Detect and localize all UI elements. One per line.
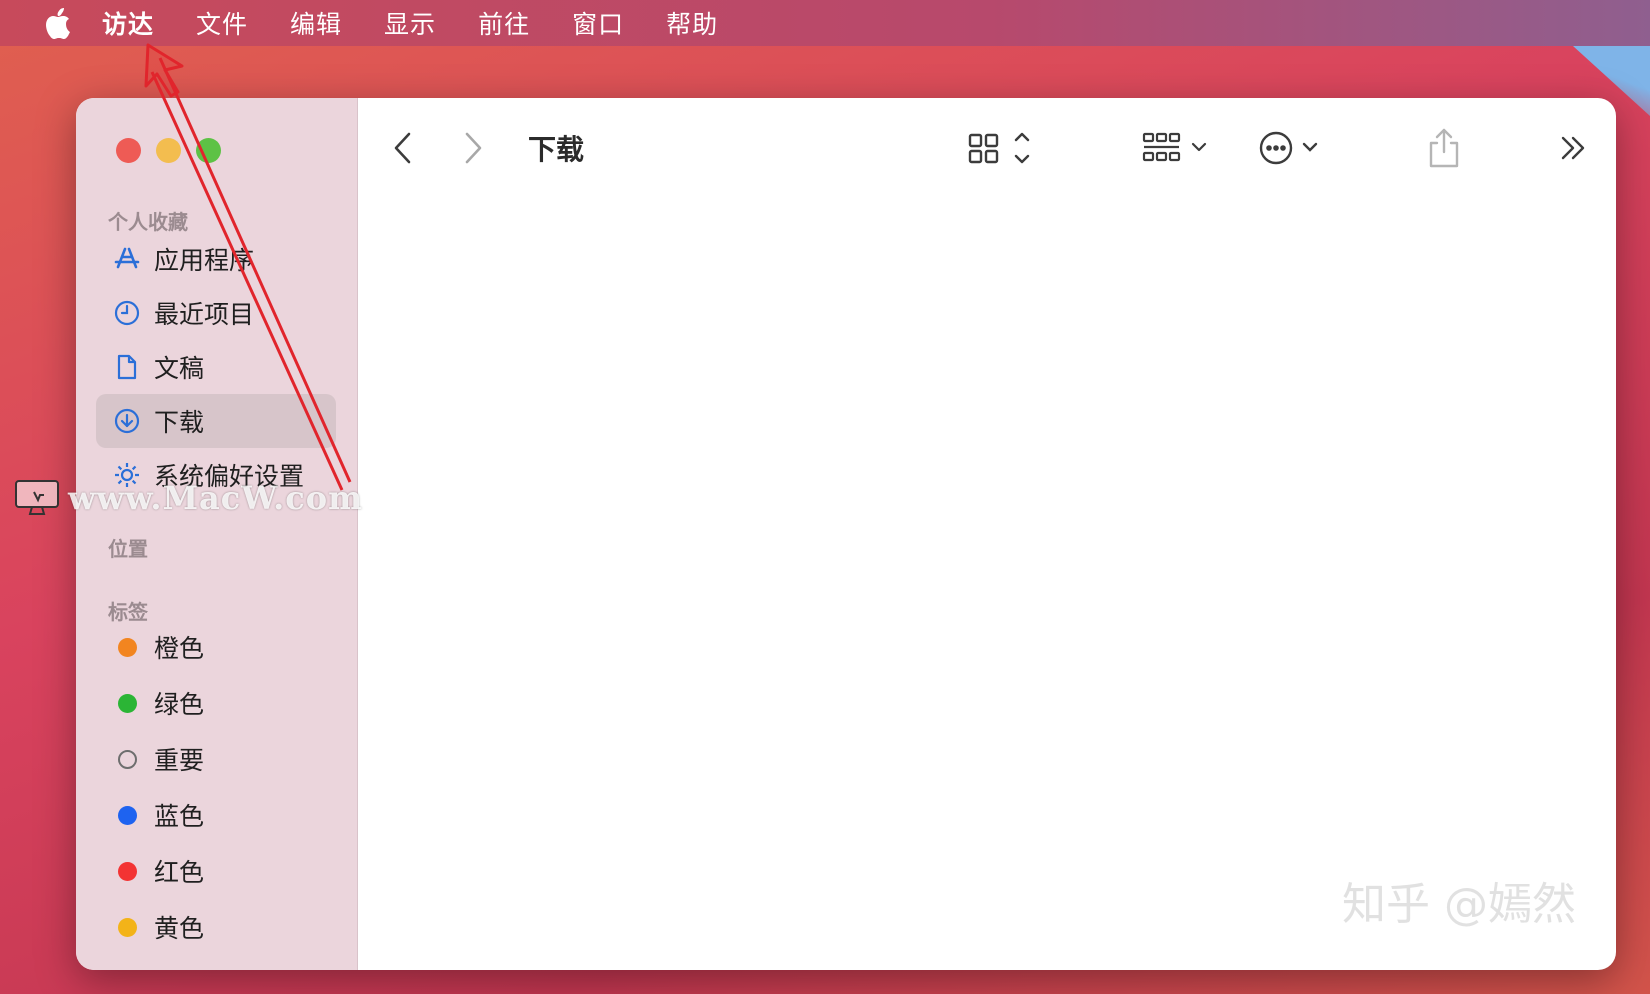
finder-window: 个人收藏 应用程序 最近项目 文稿 下载 系统偏好设置 位置 标签 橙色 绿色 … — [76, 98, 1616, 970]
chevron-right-icon — [465, 132, 482, 164]
menu-window[interactable]: 窗口 — [572, 5, 624, 41]
sidebar-item-recents[interactable]: 最近项目 — [96, 286, 336, 340]
sidebar-tag-important[interactable]: 重要 — [96, 732, 336, 786]
menu-edit[interactable]: 编辑 — [290, 5, 342, 41]
clock-icon — [112, 298, 142, 328]
sidebar-item-downloads[interactable]: 下载 — [96, 394, 336, 448]
forward-button[interactable] — [458, 126, 488, 170]
favorites-header: 个人收藏 — [108, 210, 188, 234]
macw-watermark: www.MacW.com — [14, 478, 363, 518]
app-store-icon — [112, 244, 142, 274]
sidebar-item-label: 应用程序 — [154, 246, 255, 275]
file-list-area[interactable] — [359, 198, 1616, 970]
tag-color-dot — [118, 861, 137, 881]
tag-color-dot — [118, 805, 137, 825]
document-icon — [112, 352, 142, 382]
double-chevron-right-icon — [1561, 136, 1585, 160]
macw-watermark-text: www.MacW.com — [68, 479, 363, 517]
back-button[interactable] — [388, 126, 418, 170]
sidebar-tag-orange[interactable]: 橙色 — [96, 620, 336, 674]
zoom-button[interactable] — [196, 138, 221, 163]
menu-go[interactable]: 前往 — [478, 5, 530, 41]
icon-view-button[interactable] — [966, 126, 1036, 170]
sidebar-item-label: 下载 — [154, 408, 205, 437]
window-title: 下载 — [528, 133, 585, 166]
group-button[interactable] — [1142, 126, 1212, 170]
tag-color-dot — [118, 693, 137, 713]
sidebar: 个人收藏 应用程序 最近项目 文稿 下载 系统偏好设置 位置 标签 橙色 绿色 … — [76, 98, 358, 970]
window-controls — [116, 138, 221, 163]
zhihu-watermark: 知乎 @嫣然 — [1342, 879, 1576, 930]
sidebar-item-label: 最近项目 — [154, 300, 255, 329]
tag-color-dot — [118, 917, 137, 937]
sidebar-item-applications[interactable]: 应用程序 — [96, 232, 336, 286]
sidebar-tag-yellow[interactable]: 黄色 — [96, 900, 336, 954]
tag-color-dot — [118, 637, 137, 657]
sidebar-item-label: 文稿 — [154, 354, 205, 383]
sidebar-tag-green[interactable]: 绿色 — [96, 676, 336, 730]
sidebar-tag-red[interactable]: 红色 — [96, 844, 336, 898]
sidebar-item-label: 绿色 — [154, 690, 205, 719]
download-icon — [112, 406, 142, 436]
minimize-button[interactable] — [156, 138, 181, 163]
ellipsis-circle-icon — [1259, 131, 1318, 165]
tag-color-dot — [118, 749, 137, 769]
sidebar-tag-blue[interactable]: 蓝色 — [96, 788, 336, 842]
share-icon — [1429, 128, 1459, 168]
more-toolbar-button[interactable] — [1556, 126, 1592, 170]
sidebar-item-label: 黄色 — [154, 914, 205, 943]
share-button[interactable] — [1426, 126, 1462, 170]
sidebar-item-label: 重要 — [154, 746, 205, 775]
close-button[interactable] — [116, 138, 141, 163]
sidebar-item-label: 红色 — [154, 858, 205, 887]
menu-view[interactable]: 显示 — [384, 5, 436, 41]
menu-help[interactable]: 帮助 — [666, 5, 718, 41]
sidebar-item-label: 橙色 — [154, 634, 205, 663]
grid-view-icon — [968, 132, 1030, 164]
group-icon — [1142, 132, 1207, 162]
sidebar-item-label: 蓝色 — [154, 802, 205, 831]
locations-header: 位置 — [108, 537, 148, 561]
chevron-left-icon — [394, 132, 411, 164]
menu-finder[interactable]: 访达 — [102, 5, 154, 41]
sidebar-item-documents[interactable]: 文稿 — [96, 340, 336, 394]
apple-icon[interactable] — [40, 6, 74, 40]
menu-file[interactable]: 文件 — [196, 5, 248, 41]
action-button[interactable] — [1258, 126, 1328, 170]
toolbar: 下载 — [358, 98, 1616, 198]
monitor-logo-icon — [15, 480, 59, 515]
menu-bar: 访达 文件 编辑 显示 前往 窗口 帮助 — [0, 0, 1650, 46]
